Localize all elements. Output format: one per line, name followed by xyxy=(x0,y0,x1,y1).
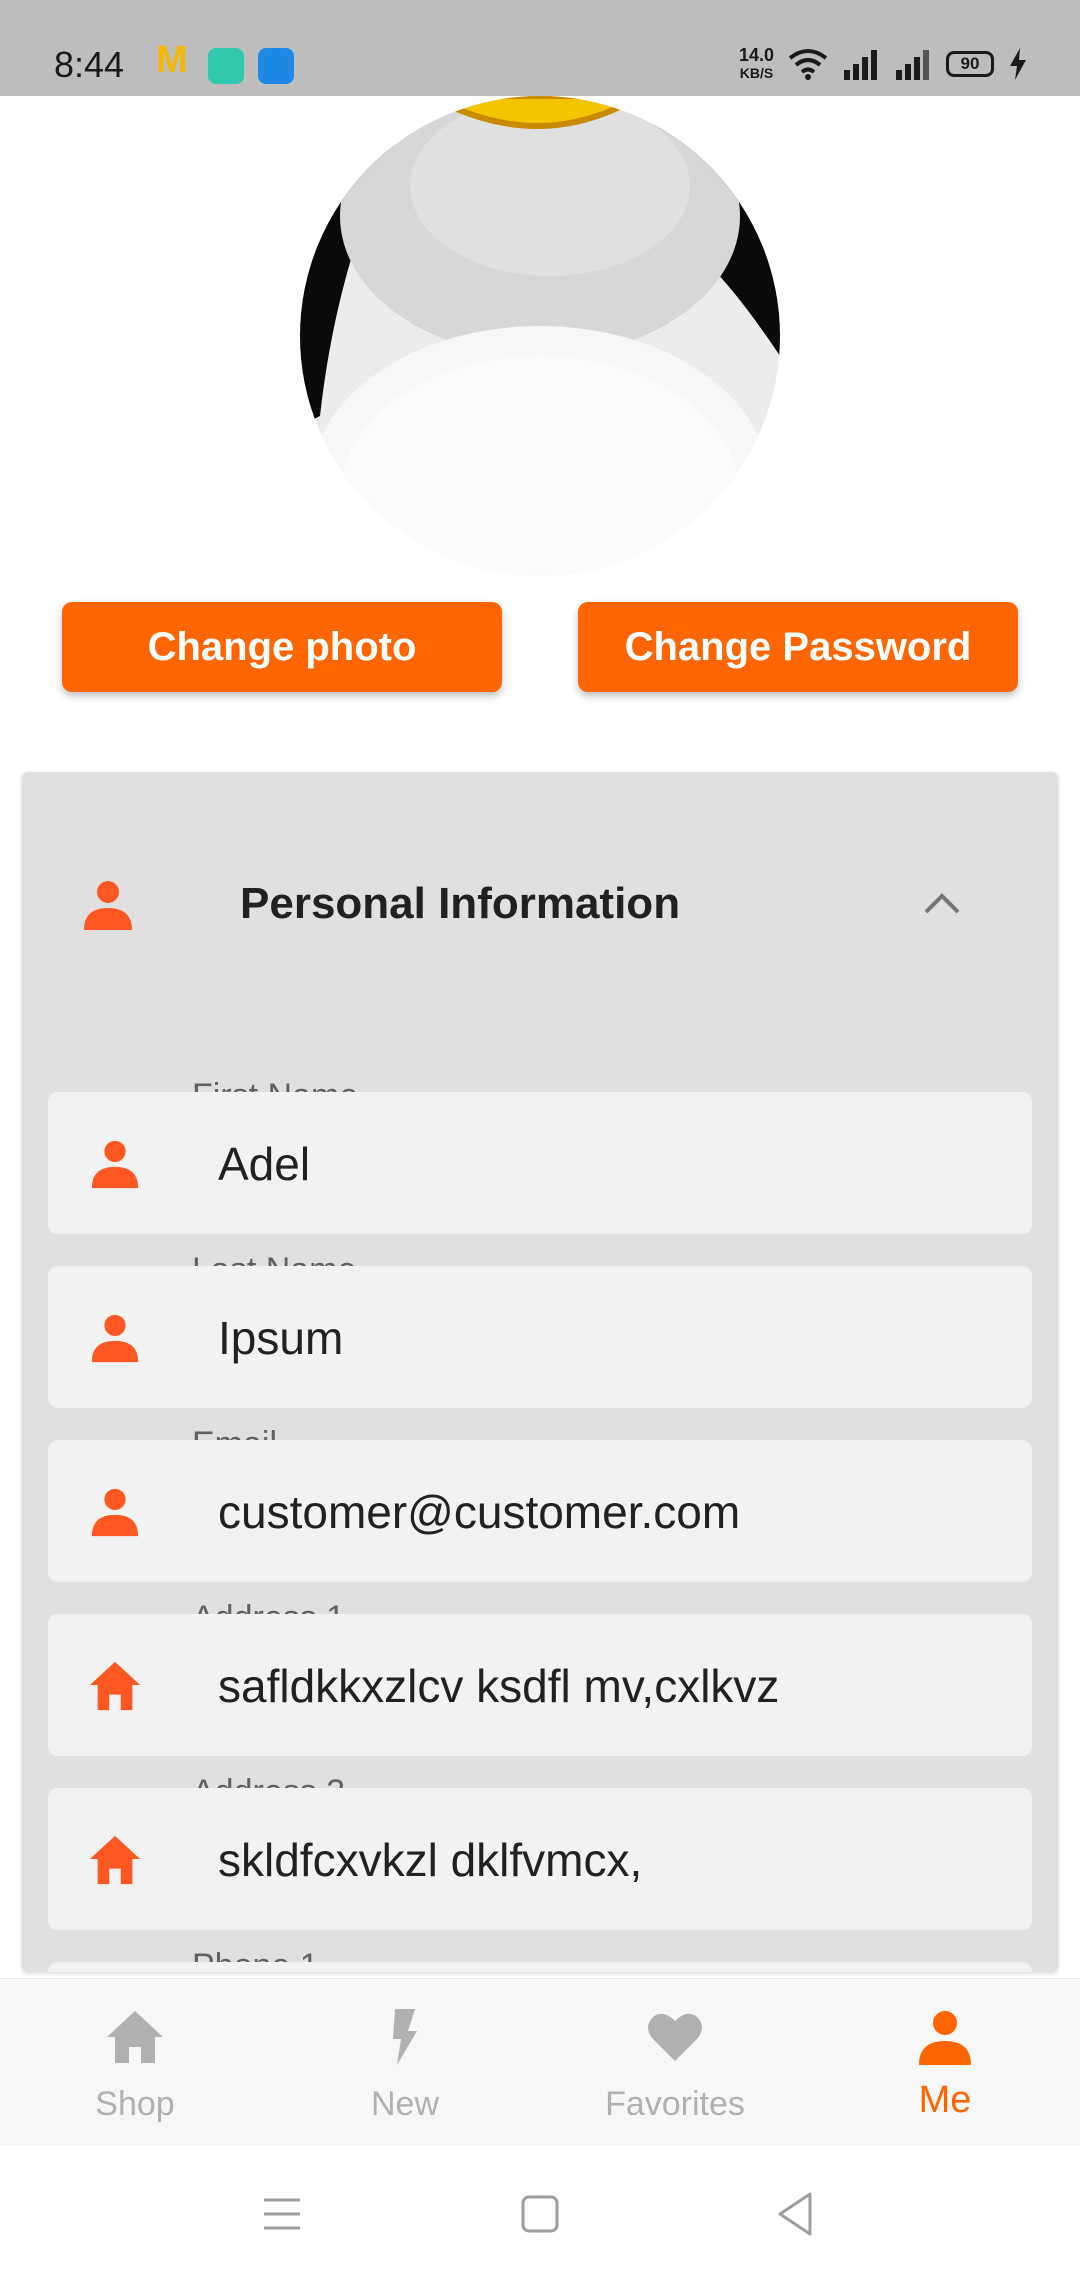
personal-info-panel: Personal Information First Name Adel Las… xyxy=(22,772,1058,1972)
menu-icon[interactable] xyxy=(252,2184,312,2244)
battery-indicator: 90 xyxy=(946,51,994,77)
bolt-icon xyxy=(393,2009,417,2065)
first-name-value: Adel xyxy=(218,1138,311,1190)
mcdonalds-app-icon: M xyxy=(156,39,188,81)
network-speed-value: 14.0 xyxy=(738,45,774,65)
person-icon xyxy=(91,1488,139,1537)
penguin-avatar-icon xyxy=(300,96,780,576)
signal-icon-1 xyxy=(844,50,877,80)
nav-label-shop: Shop xyxy=(95,2085,175,2123)
signal-icon-2 xyxy=(896,50,929,80)
home-icon xyxy=(89,1661,141,1711)
home-icon xyxy=(89,1835,141,1885)
change-photo-button[interactable]: Change photo xyxy=(62,602,502,692)
panel-title: Personal Information xyxy=(240,879,681,928)
first-name-field[interactable]: Adel xyxy=(48,1092,1032,1234)
heart-icon xyxy=(648,2013,702,2061)
address-1-value: safldkkxzlcv ksdfl mv,cxlkvz xyxy=(218,1660,780,1712)
nav-item-me[interactable]: Me xyxy=(810,1979,1080,2147)
nav-label-favorites: Favorites xyxy=(605,2085,745,2123)
chevron-up-icon[interactable] xyxy=(922,884,962,924)
address-2-value: skldfcxvkzl dklfvmcx, xyxy=(218,1834,643,1886)
home-icon xyxy=(107,2011,163,2063)
home-square-icon[interactable] xyxy=(510,2184,570,2244)
last-name-field[interactable]: Ipsum xyxy=(48,1266,1032,1408)
address-2-field[interactable]: skldfcxvkzl dklfvmcx, xyxy=(48,1788,1032,1930)
phone-1-field[interactable] xyxy=(48,1962,1032,1972)
back-icon[interactable] xyxy=(766,2184,826,2244)
person-icon xyxy=(84,881,132,930)
change-password-button[interactable]: Change Password xyxy=(578,602,1018,692)
person-icon xyxy=(919,2011,971,2065)
nav-item-new[interactable]: New xyxy=(270,1979,540,2147)
charging-icon xyxy=(1010,48,1026,80)
person-icon xyxy=(91,1140,139,1189)
bottom-navigation: Shop New Favorites Me xyxy=(0,1978,1080,2146)
status-icons: 14.0 KB/S 90 xyxy=(739,44,1028,84)
status-bar: 8:44 M 14.0 KB/S 90 xyxy=(0,0,1080,96)
status-time: 8:44 xyxy=(54,44,125,85)
network-speed-unit: KB/S xyxy=(739,65,774,81)
usb-icon xyxy=(258,48,294,84)
nav-label-me: Me xyxy=(918,2079,972,2121)
address-1-field[interactable]: safldkkxzlcv ksdfl mv,cxlkvz xyxy=(48,1614,1032,1756)
system-navigation-bar xyxy=(0,2146,1080,2280)
last-name-value: Ipsum xyxy=(218,1312,344,1364)
email-field[interactable]: customer@customer.com xyxy=(48,1440,1032,1582)
chat-app-icon xyxy=(208,48,244,84)
wifi-icon xyxy=(788,49,828,80)
nav-item-favorites[interactable]: Favorites xyxy=(540,1979,810,2147)
person-icon xyxy=(91,1314,139,1363)
profile-avatar[interactable] xyxy=(300,96,780,576)
nav-label-new: New xyxy=(370,2085,440,2123)
nav-item-shop[interactable]: Shop xyxy=(0,1979,270,2147)
network-speed: 14.0 KB/S xyxy=(739,46,774,82)
email-value: customer@customer.com xyxy=(218,1486,741,1538)
